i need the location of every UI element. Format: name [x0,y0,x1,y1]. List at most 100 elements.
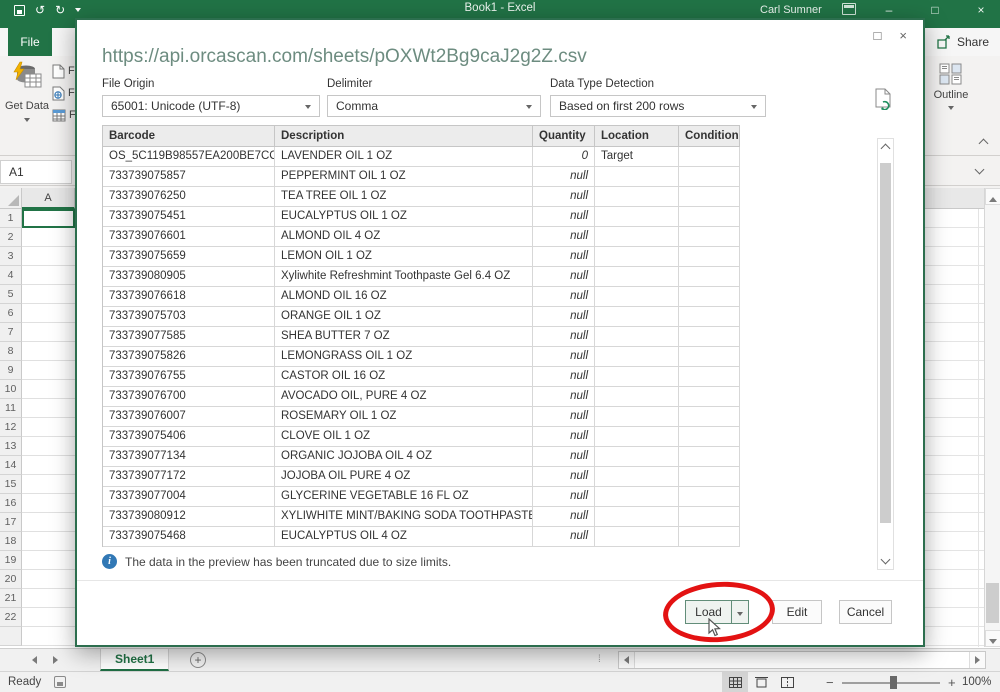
row-number[interactable]: 14 [0,456,22,475]
row-number[interactable]: 19 [0,551,22,570]
vertical-scrollbar[interactable] [984,188,1000,647]
edit-button[interactable]: Edit [772,600,822,624]
add-sheet-button[interactable]: + [190,652,206,668]
cell[interactable] [22,532,75,551]
cell[interactable] [22,323,75,342]
column-header-a[interactable]: A [22,188,75,209]
cell[interactable] [22,627,75,646]
delimiter-dropdown[interactable]: Comma [327,95,541,117]
row-number[interactable]: 21 [0,589,22,608]
scroll-down-icon[interactable] [985,630,1000,647]
maximize-button[interactable]: □ [918,0,952,20]
table-cell: null [533,487,595,507]
close-button[interactable]: × [964,0,998,20]
zoom-percentage[interactable]: 100% [962,676,991,688]
cell[interactable] [22,228,75,247]
row-number[interactable]: 18 [0,532,22,551]
cell[interactable] [22,266,75,285]
scroll-up-icon[interactable] [985,188,1000,205]
tab-splitter-handle[interactable]: ⁞ [598,654,602,665]
column-header[interactable]: Location [595,126,679,147]
cell[interactable] [22,304,75,323]
zoom-slider-thumb[interactable] [890,676,897,689]
row-number[interactable]: 20 [0,570,22,589]
normal-view-button[interactable] [722,672,748,692]
sheet-tab-sheet1[interactable]: Sheet1 [100,649,169,671]
row-number[interactable]: 1 [0,209,22,228]
formula-bar-expand-icon[interactable] [975,165,985,175]
load-split-caret[interactable] [731,600,749,624]
outline-button[interactable]: Outline [928,62,974,113]
cancel-button[interactable]: Cancel [839,600,892,624]
row-number[interactable]: 22 [0,608,22,627]
cell[interactable] [22,589,75,608]
cell[interactable] [22,247,75,266]
row-number[interactable]: 6 [0,304,22,323]
cell[interactable] [22,570,75,589]
scroll-left-icon[interactable] [619,652,635,668]
cell[interactable] [22,475,75,494]
column-header[interactable]: Description [275,126,533,147]
column-header[interactable]: Quantity [533,126,595,147]
prev-sheet-icon[interactable] [32,656,37,664]
row-number[interactable]: 11 [0,399,22,418]
scroll-right-icon[interactable] [969,652,985,668]
collapse-ribbon-icon[interactable] [979,139,989,149]
data-type-detection-dropdown[interactable]: Based on first 200 rows [550,95,766,117]
column-header[interactable]: Barcode [103,126,275,147]
cell[interactable] [22,494,75,513]
row-number[interactable]: 17 [0,513,22,532]
next-sheet-icon[interactable] [53,656,58,664]
horizontal-scrollbar[interactable] [618,651,986,669]
cell[interactable] [22,285,75,304]
ribbon-display-options-icon[interactable] [842,3,856,15]
dialog-scrollbar-thumb[interactable] [880,163,891,523]
row-number[interactable]: 15 [0,475,22,494]
dialog-close-icon[interactable]: × [899,28,907,43]
share-button[interactable]: Share [936,28,989,56]
cell[interactable] [22,342,75,361]
dialog-maximize-icon[interactable]: □ [874,28,882,43]
cell[interactable] [22,361,75,380]
file-origin-dropdown[interactable]: 65001: Unicode (UTF-8) [102,95,320,117]
row-number[interactable] [0,627,22,646]
cell[interactable] [22,399,75,418]
select-all-corner[interactable] [0,188,22,209]
row-number[interactable]: 12 [0,418,22,437]
page-layout-view-button[interactable] [748,672,774,692]
row-number[interactable]: 5 [0,285,22,304]
dialog-scroll-down-icon[interactable] [881,555,891,565]
column-header[interactable]: Condition [679,126,740,147]
cell[interactable] [22,608,75,627]
cell[interactable] [22,551,75,570]
refresh-preview-icon[interactable] [874,88,892,110]
file-tab[interactable]: File [8,28,52,56]
row-number[interactable]: 10 [0,380,22,399]
row-number[interactable]: 4 [0,266,22,285]
cell[interactable] [22,456,75,475]
macro-record-icon[interactable] [54,676,66,688]
row-number[interactable]: 2 [0,228,22,247]
cell[interactable] [22,418,75,437]
dialog-scrollbar[interactable] [877,138,894,570]
name-box[interactable]: A1 [0,160,72,184]
cell-a1-selected[interactable] [22,209,75,228]
row-number[interactable]: 7 [0,323,22,342]
page-break-view-button[interactable] [774,672,800,692]
load-button[interactable]: Load [685,600,731,624]
minimize-button[interactable]: – [872,0,906,20]
zoom-out-button[interactable]: − [826,675,834,690]
row-number[interactable]: 16 [0,494,22,513]
dialog-scroll-up-icon[interactable] [881,144,891,154]
get-data-button[interactable]: Get Data [4,60,50,152]
cell[interactable] [22,437,75,456]
cell[interactable] [22,380,75,399]
signed-in-user[interactable]: Carl Sumner [760,4,822,16]
row-number[interactable]: 9 [0,361,22,380]
row-number[interactable]: 8 [0,342,22,361]
cell[interactable] [22,513,75,532]
row-number[interactable]: 13 [0,437,22,456]
row-number[interactable]: 3 [0,247,22,266]
zoom-in-button[interactable]: + [948,675,956,690]
vertical-scrollbar-thumb[interactable] [986,583,999,623]
